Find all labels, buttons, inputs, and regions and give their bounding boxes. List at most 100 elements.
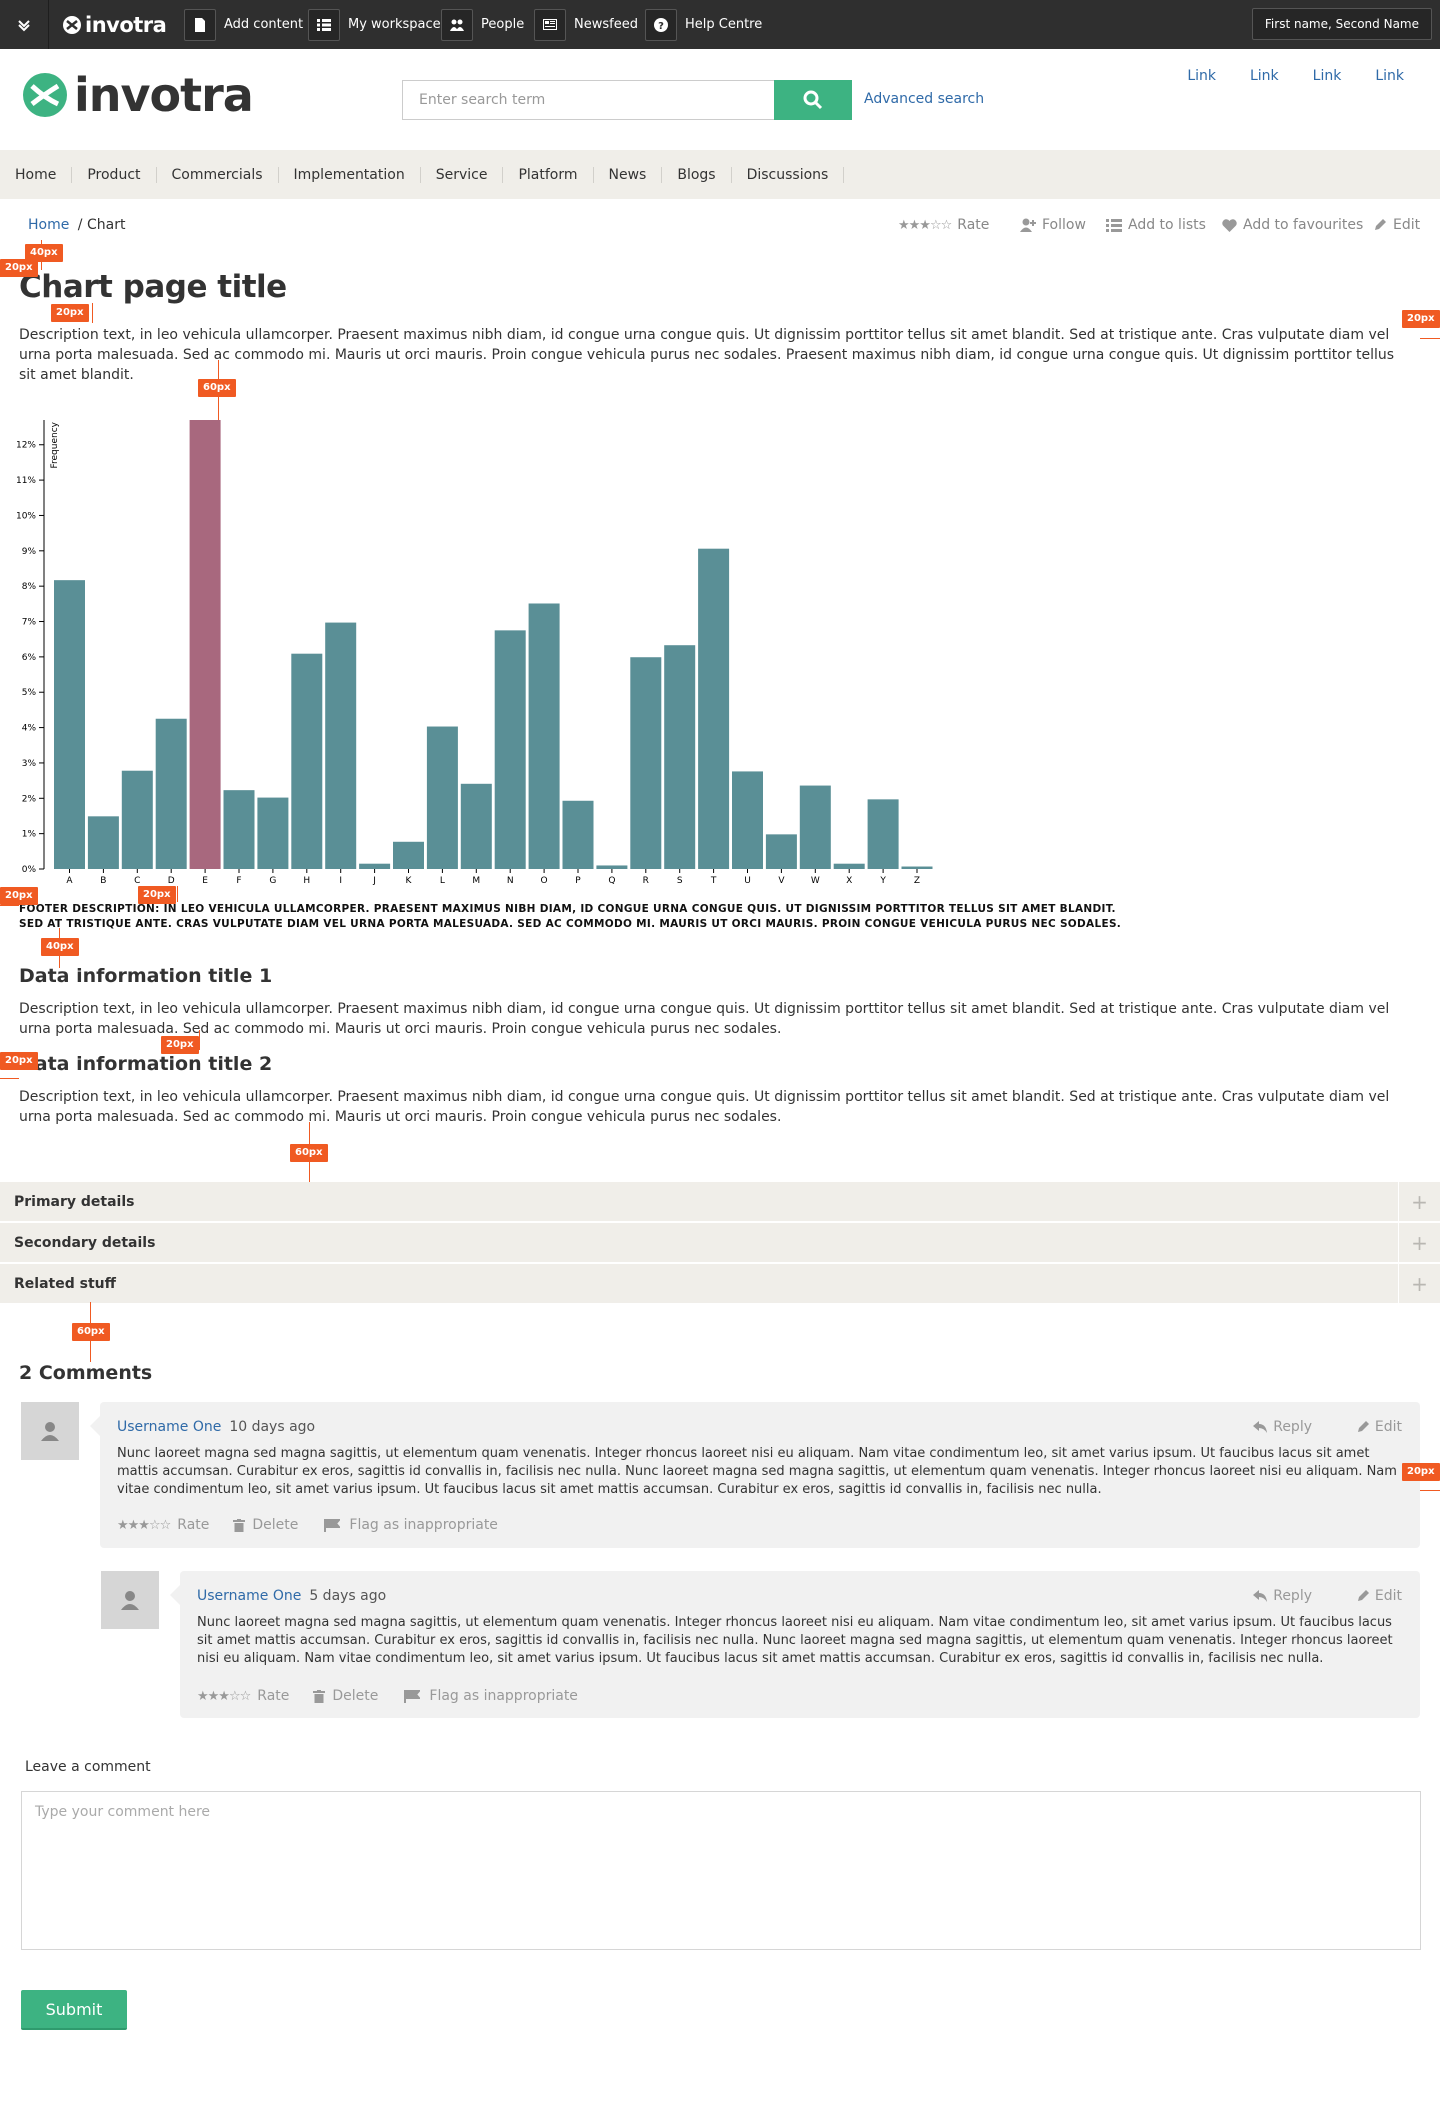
header-link[interactable]: Link [1313,68,1342,84]
add-content-button[interactable]: Add content [184,0,303,49]
nav-item-implementation[interactable]: Implementation [279,166,421,183]
nav-item-blogs[interactable]: Blogs [662,166,732,183]
nav-item-product[interactable]: Product [72,166,157,183]
add-to-lists-action[interactable]: Add to lists [1106,217,1206,233]
nav-item-service[interactable]: Service [421,166,504,183]
spacing-marker: 20px [0,1052,38,1070]
submit-button[interactable]: Submit [21,1990,127,2030]
chart-y-tick-label: 4% [22,724,37,734]
accordion-label: Secondary details [14,1234,156,1251]
chart-x-tick-label: K [406,876,413,886]
nav-item-discussions[interactable]: Discussions [732,166,845,183]
comment-username-link[interactable]: Username One [197,1588,301,1604]
comment-reply-button[interactable]: Reply [1253,1588,1312,1604]
menu-toggle-button[interactable] [0,0,49,49]
chart-bar-q [596,865,628,869]
topbar-logo[interactable]: invotra [62,0,167,49]
main-nav: Home Product Commercials Implementation … [0,150,1440,199]
comment-textarea[interactable]: Type your comment here [21,1791,1421,1950]
site-logo[interactable]: invotra [22,72,254,118]
comment-reply-button[interactable]: Reply [1253,1419,1312,1435]
pencil-icon [1357,1421,1369,1432]
comment-flag-button[interactable]: Flag as inappropriate [404,1688,578,1704]
spacing-marker: 20px [161,1036,199,1054]
spacing-marker-line [199,1030,200,1050]
spacing-marker-line [1420,338,1440,339]
nav-item-news[interactable]: News [594,166,663,183]
rate-label: Rate [177,1517,210,1533]
accordion-related-stuff[interactable]: Related stuff + [0,1264,1440,1304]
plus-icon[interactable]: + [1398,1264,1440,1304]
nav-item-home[interactable]: Home [0,166,73,183]
spacing-marker-line [92,303,93,323]
comment-edit-button[interactable]: Edit [1356,1588,1402,1604]
chart-bar-b [87,816,119,869]
comment: Username One 10 days ago Reply Edit Nunc… [90,1402,1420,1548]
chart-bar-v [765,834,797,869]
comment-date: 5 days ago [309,1588,387,1604]
nav-item-platform[interactable]: Platform [503,166,594,183]
comment-delete-button[interactable]: Delete [313,1688,378,1704]
document-icon [184,8,216,41]
accordion-label: Related stuff [14,1275,116,1292]
spacing-marker: 20px [51,304,89,322]
search-input[interactable]: Enter search term [402,80,774,120]
comments-heading: 2 Comments [19,1362,153,1384]
comment-reply: Username One 5 days ago Reply Edit Nunc … [170,1571,1420,1718]
chart-x-tick-label: Y [879,876,886,886]
accordion-label: Primary details [14,1193,135,1210]
chart-y-tick-label: 6% [22,653,37,663]
edit-action[interactable]: Edit [1373,217,1420,233]
advanced-search-link[interactable]: Advanced search [864,91,984,107]
nav-item-commercials[interactable]: Commercials [157,166,279,183]
chart-bar-w [799,785,831,869]
follow-action[interactable]: Follow [1020,217,1086,233]
chart-x-tick-label: T [710,876,717,886]
breadcrumb-current: / Chart [77,217,126,233]
chart-x-tick-label: M [472,876,480,886]
avatar[interactable] [21,1402,79,1460]
chart-bar-t [698,548,730,869]
page-description: Description text, in leo vehicula ullamc… [19,327,1395,383]
comment-rate-button[interactable]: ★★★☆☆ Rate [197,1688,289,1704]
spacing-marker: 60px [72,1323,110,1341]
plus-icon[interactable]: + [1398,1223,1440,1263]
user-menu-button[interactable]: First name, Second Name [1251,8,1432,40]
flag-icon [404,1689,421,1703]
chart-y-tick-label: 7% [22,618,37,628]
header-link[interactable]: Link [1375,68,1404,84]
chart-x-tick-label: U [744,876,751,886]
comment-rate-button[interactable]: ★★★☆☆ Rate [117,1517,209,1533]
comment-edit-button[interactable]: Edit [1356,1419,1402,1435]
accordion-primary-details[interactable]: Primary details + [0,1182,1440,1222]
trash-icon [313,1689,326,1703]
chart-x-tick-label: S [677,876,683,886]
chart-bar-a [54,580,85,869]
comment-flag-button[interactable]: Flag as inappropriate [324,1517,498,1533]
delete-label: Delete [332,1688,379,1704]
rate-label: Rate [957,217,990,233]
chart-y-ticks: 0% 1% 2% 3% 4% 5% 6% 7% 8% 9% 10% 11% 12% [16,441,44,875]
reply-icon [1253,1590,1268,1602]
my-workspace-button[interactable]: My workspace [308,0,441,49]
chart-y-axis-label: Frequency [50,421,60,468]
header-link[interactable]: Link [1187,68,1216,84]
accordion-secondary-details[interactable]: Secondary details + [0,1223,1440,1263]
chart-bar-n [494,630,526,869]
avatar[interactable] [101,1571,159,1629]
comment-username-link[interactable]: Username One [117,1419,221,1435]
search-button[interactable] [774,80,852,120]
chart-y-tick-label: 11% [16,476,36,486]
comment-delete-button[interactable]: Delete [233,1517,298,1533]
rate-action[interactable]: ★★★☆☆ Rate [898,217,989,233]
spacing-marker-line [0,905,19,906]
newsfeed-button[interactable]: Newsfeed [534,0,638,49]
breadcrumb-home-link[interactable]: Home [28,217,69,233]
add-to-favourites-action[interactable]: Add to favourites [1222,217,1363,233]
chart-bar-e [189,420,221,869]
people-button[interactable]: People [441,0,524,49]
header-link[interactable]: Link [1250,68,1279,84]
plus-icon[interactable]: + [1398,1182,1440,1222]
help-centre-button[interactable]: ? Help Centre [645,0,762,49]
my-workspace-label: My workspace [348,17,441,32]
